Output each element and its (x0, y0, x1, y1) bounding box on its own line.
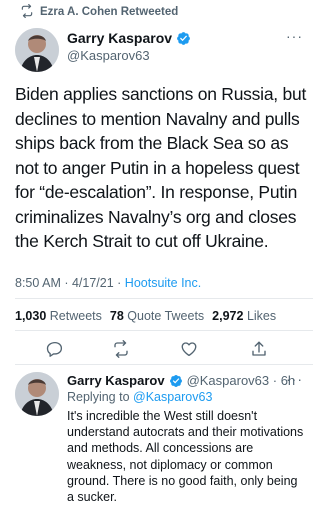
quotes-count: 78 (109, 309, 124, 323)
retweets-stat[interactable]: 1,030 Retweets (15, 309, 102, 323)
replying-to-handle[interactable]: @Kasparov63 (133, 390, 212, 404)
tweet-meta: 8:50 AM · 4/17/21 · Hootsuite Inc. (15, 276, 201, 290)
retweets-count: 1,030 (15, 309, 47, 323)
replying-to: Replying to @Kasparov63 (67, 390, 212, 404)
author-name-row[interactable]: Garry Kasparov (67, 30, 191, 46)
reply-author-name: Garry Kasparov (67, 373, 165, 388)
retweet-banner[interactable]: Ezra A. Cohen Retweeted (20, 3, 179, 21)
action-bar (0, 336, 313, 362)
likes-label: Likes (246, 309, 277, 323)
like-icon[interactable] (180, 340, 198, 358)
divider (15, 298, 313, 299)
author-handle[interactable]: @Kasparov63 (67, 48, 150, 63)
retweet-icon[interactable] (112, 340, 130, 358)
reply-icon[interactable] (46, 340, 64, 358)
avatar[interactable] (15, 28, 59, 72)
tweet-timestamp[interactable]: 8:50 AM · 4/17/21 · (15, 276, 125, 290)
verified-badge-icon (169, 374, 182, 387)
author-name: Garry Kasparov (67, 30, 173, 46)
verified-badge-icon (177, 31, 190, 45)
likes-stat[interactable]: 2,972 Likes (212, 309, 276, 323)
quotes-stat[interactable]: 78 Quote Tweets (110, 309, 204, 323)
reply-handle-time: @Kasparov63 · 6h (186, 373, 296, 388)
replying-prefix: Replying to (67, 390, 134, 404)
reply-avatar[interactable] (15, 372, 59, 416)
retweets-label: Retweets (49, 309, 102, 323)
share-icon[interactable] (250, 340, 268, 358)
reply-author-row[interactable]: Garry Kasparov @Kasparov63 · 6h (67, 373, 295, 388)
retweet-icon (20, 3, 34, 21)
divider (15, 364, 313, 365)
tweet-stats: 1,030 Retweets 78 Quote Tweets 2,972 Lik… (15, 309, 276, 323)
reply-tweet-text: It's incredible the West still doesn't u… (67, 409, 304, 505)
tweet-source[interactable]: Hootsuite Inc. (125, 276, 201, 290)
more-icon[interactable]: ··· (286, 371, 303, 387)
divider (15, 330, 313, 331)
retweet-banner-text: Ezra A. Cohen Retweeted (40, 6, 179, 18)
quotes-label: Quote Tweets (127, 309, 205, 323)
more-icon[interactable]: ··· (286, 28, 303, 44)
likes-count: 2,972 (212, 309, 244, 323)
tweet-text: Biden applies sanctions on Russia, but d… (15, 84, 307, 251)
